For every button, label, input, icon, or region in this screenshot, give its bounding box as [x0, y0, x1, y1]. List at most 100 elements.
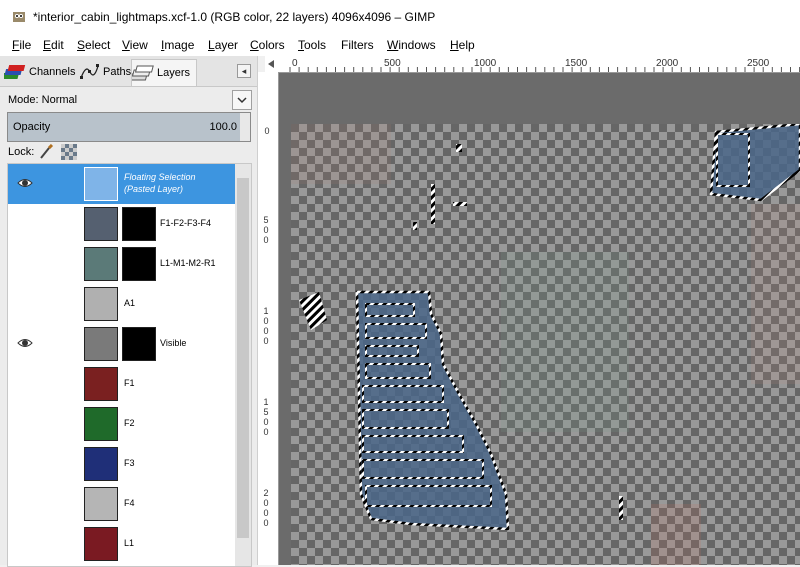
- visibility-eye-icon[interactable]: [17, 256, 33, 270]
- faint-green-region: [501, 252, 629, 432]
- layer-name: A1: [124, 298, 136, 308]
- ruler-top-label: 1500: [565, 58, 588, 69]
- tab-channels-label: Channels: [29, 66, 76, 78]
- lock-pixels-brush-icon[interactable]: [38, 144, 54, 160]
- layer-row[interactable]: A1: [8, 284, 235, 324]
- layer-name-line1: Floating Selection: [124, 172, 196, 182]
- layer-thumbnail[interactable]: [84, 527, 118, 561]
- layer-name: F3: [124, 458, 135, 468]
- layer-thumbnail[interactable]: [84, 487, 118, 521]
- menu-file[interactable]: File: [12, 38, 31, 52]
- menu-colors[interactable]: Colors: [250, 38, 285, 52]
- ruler-top-label: 1000: [474, 58, 497, 69]
- layer-name: F1: [124, 378, 135, 388]
- tab-layers[interactable]: Layers: [131, 59, 198, 86]
- lock-label: Lock:: [8, 146, 35, 158]
- image-canvas[interactable]: [291, 124, 800, 565]
- opacity-label: Opacity: [13, 121, 51, 133]
- layers-scrollbar[interactable]: [235, 164, 251, 566]
- visibility-eye-icon[interactable]: [17, 416, 33, 430]
- visibility-eye-icon[interactable]: [17, 336, 33, 350]
- layer-row[interactable]: F1: [8, 364, 235, 404]
- layer-name: Visible: [160, 338, 187, 348]
- layer-thumbnail[interactable]: [84, 167, 118, 201]
- ruler-top-label: 0: [292, 58, 298, 69]
- menu-windows[interactable]: Windows: [387, 38, 436, 52]
- layer-mask-thumbnail[interactable]: [122, 327, 156, 361]
- menu-help[interactable]: Help: [450, 38, 475, 52]
- ruler-top-label: 2500: [747, 58, 770, 69]
- window-title: *interior_cabin_lightmaps.xcf-1.0 (RGB c…: [33, 10, 436, 24]
- layer-name-line2: (Pasted Layer): [124, 184, 184, 194]
- tab-paths-label: Paths: [103, 66, 132, 78]
- ruler-left-label: 0: [264, 126, 270, 136]
- visibility-eye-icon[interactable]: [17, 296, 33, 310]
- menu-bar: File Edit Select View Image Layer Colors…: [0, 35, 800, 56]
- opacity-slider[interactable]: Opacity 100.0: [7, 112, 242, 142]
- visibility-eye-icon[interactable]: [17, 536, 33, 550]
- menu-image[interactable]: Image: [161, 38, 194, 52]
- lock-row: Lock:: [0, 142, 257, 162]
- layer-row[interactable]: Visible: [8, 324, 235, 364]
- menu-edit[interactable]: Edit: [43, 38, 64, 52]
- layer-row[interactable]: L1-M1-M2-R1: [8, 244, 235, 284]
- layer-thumbnail[interactable]: [84, 367, 118, 401]
- tab-paths[interactable]: Paths: [78, 59, 131, 85]
- dock-menu-button[interactable]: ◂: [237, 64, 251, 78]
- navigate-arrow-icon: [268, 60, 274, 68]
- menu-select[interactable]: Select: [77, 38, 110, 52]
- lock-alpha-checker-icon[interactable]: [61, 144, 77, 160]
- layer-row[interactable]: F3: [8, 444, 235, 484]
- menu-tools[interactable]: Tools: [298, 38, 326, 52]
- visibility-eye-icon[interactable]: [17, 176, 33, 190]
- layer-thumbnail[interactable]: [84, 207, 118, 241]
- layer-thumbnail[interactable]: [84, 407, 118, 441]
- tab-channels[interactable]: Channels: [4, 59, 75, 85]
- horizontal-ruler[interactable]: 0 500 1000 1500 2000 2500: [278, 56, 800, 73]
- dock-tabs: Channels Paths Layers ◂: [0, 56, 257, 87]
- layer-thumbnail[interactable]: [84, 247, 118, 281]
- menu-filters[interactable]: Filters: [341, 38, 374, 52]
- paths-icon: [80, 64, 99, 79]
- vertical-ruler[interactable]: 0 500 1000 1500 2000: [258, 72, 279, 565]
- layer-mask-thumbnail[interactable]: [122, 207, 156, 241]
- layers-scrollbar-thumb[interactable]: [237, 178, 249, 538]
- layer-thumbnail[interactable]: [84, 287, 118, 321]
- ruler-left-label: 500: [263, 215, 269, 245]
- channels-icon: [4, 65, 26, 79]
- gimp-app-icon: [13, 12, 25, 22]
- ruler-top-label: 500: [384, 58, 401, 69]
- layer-row[interactable]: F4: [8, 484, 235, 524]
- layer-row[interactable]: F1-F2-F3-F4: [8, 204, 235, 244]
- ruler-left-label: 1500: [263, 397, 269, 437]
- layer-name: F1-F2-F3-F4: [160, 218, 212, 228]
- mode-dropdown-button[interactable]: [232, 90, 252, 110]
- visibility-eye-icon[interactable]: [17, 216, 33, 230]
- layer-mask-thumbnail[interactable]: [122, 247, 156, 281]
- mode-label: Mode: Normal: [8, 94, 78, 106]
- visibility-eye-icon[interactable]: [17, 496, 33, 510]
- menu-layer[interactable]: Layer: [208, 38, 238, 52]
- ruler-left-label: 1000: [263, 306, 269, 346]
- visibility-eye-icon[interactable]: [17, 456, 33, 470]
- layer-row[interactable]: Floating Selection (Pasted Layer): [8, 164, 235, 204]
- ruler-left-label: 2000: [263, 488, 269, 528]
- menu-view[interactable]: View: [122, 38, 148, 52]
- layer-thumbnail[interactable]: [84, 447, 118, 481]
- opacity-value: 100.0: [209, 121, 237, 133]
- layer-name: F4: [124, 498, 135, 508]
- ruler-top-label: 2000: [656, 58, 679, 69]
- layer-row[interactable]: L1: [8, 524, 235, 564]
- layer-name: F2: [124, 418, 135, 428]
- layer-name: Floating Selection (Pasted Layer): [124, 171, 196, 195]
- layer-thumbnail[interactable]: [84, 327, 118, 361]
- layer-name: L1: [124, 538, 135, 548]
- layer-row[interactable]: F2: [8, 404, 235, 444]
- ruler-corner[interactable]: [265, 56, 279, 73]
- chevron-down-icon: [237, 97, 247, 104]
- opacity-spin-button[interactable]: [240, 112, 251, 142]
- horizontal-ruler-ticks: [289, 67, 800, 72]
- layers-list: Floating Selection (Pasted Layer) F1-F2-F3…: [7, 163, 252, 567]
- visibility-eye-icon[interactable]: [17, 376, 33, 390]
- mode-row: Mode: Normal: [0, 86, 257, 112]
